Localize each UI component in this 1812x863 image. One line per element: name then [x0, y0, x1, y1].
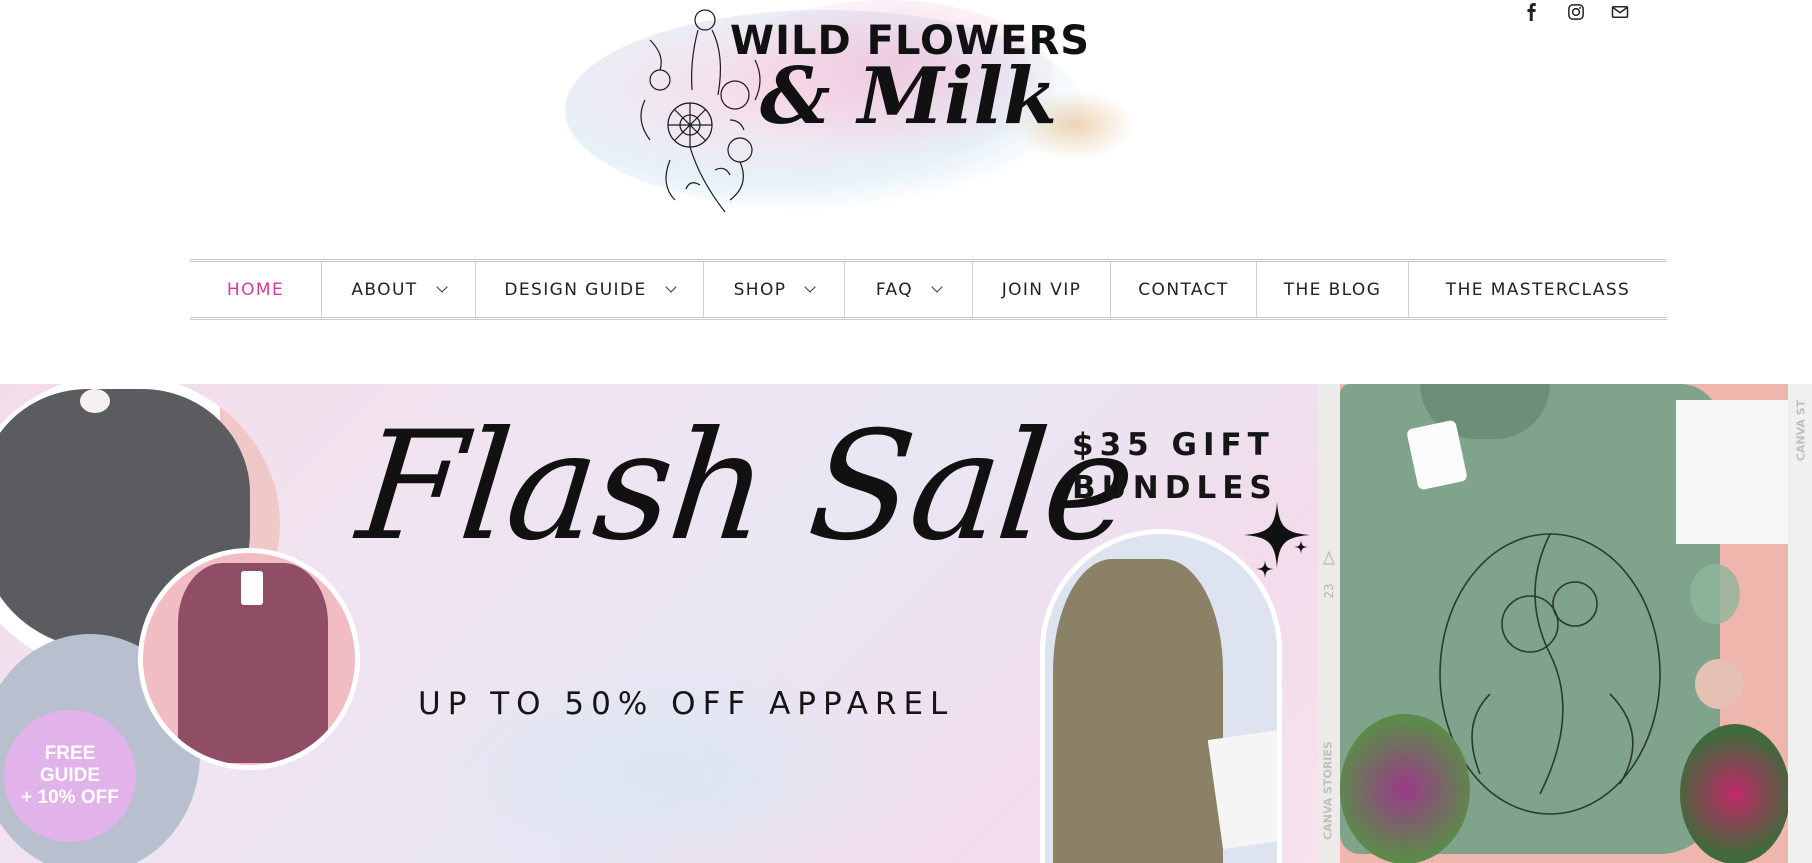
nav-item-shop[interactable]: SHOP [704, 262, 845, 317]
hero-banner[interactable]: FREE GUIDE + 10% OFF Flash Sale UP TO 50… [0, 384, 1812, 863]
hero-headline: Flash Sale [350, 400, 1141, 574]
nav-item-design-guide[interactable]: DESIGN GUIDE [476, 262, 704, 317]
canva-stories-strip: 23 CANVA STORIES [1318, 384, 1340, 863]
strip-number: 23 [1322, 583, 1336, 599]
nav-item-faq[interactable]: FAQ [845, 262, 973, 317]
product-photo-tan-shirt [1040, 529, 1282, 863]
nav-item-label: DESIGN GUIDE [504, 279, 647, 300]
chevron-down-icon [664, 281, 677, 293]
chevron-down-icon [931, 281, 943, 293]
edge-text: CANVA ST [1794, 399, 1808, 462]
right-edge-strip: CANVA ST [1788, 384, 1812, 863]
nav-item-label: SHOP [733, 279, 787, 300]
nav-item-the-blog[interactable]: THE BLOG [1257, 262, 1409, 317]
free-guide-badge[interactable]: FREE GUIDE + 10% OFF [4, 710, 136, 842]
hero-subline: UP TO 50% OFF APPAREL [418, 686, 955, 722]
badge-line: + 10% OFF [21, 787, 119, 808]
facebook-icon[interactable] [1520, 0, 1544, 24]
product-photo-green-shirt [1340, 384, 1788, 863]
logo-text-milk: & Milk [760, 51, 1058, 142]
nav-item-label: CONTACT [1138, 279, 1229, 300]
sparkle-icon [1244, 502, 1310, 568]
nav-item-label: ABOUT [351, 279, 418, 300]
gift-line-1: $35 GIFT [1072, 427, 1275, 463]
nav-item-contact[interactable]: CONTACT [1111, 262, 1257, 317]
main-navigation: HOME ABOUT DESIGN GUIDE SHOP FAQ JOIN VI… [190, 259, 1667, 320]
sticker-image [1695, 659, 1743, 709]
instagram-icon[interactable] [1564, 0, 1588, 24]
badge-line: FREE [44, 743, 96, 764]
nav-item-label: HOME [226, 279, 285, 300]
strip-text: CANVA STORIES [1321, 741, 1335, 840]
nav-item-home[interactable]: HOME [190, 262, 322, 317]
nav-item-the-masterclass[interactable]: THE MASTERCLASS [1409, 262, 1667, 317]
badge-line: GUIDE [39, 765, 101, 786]
shirt-tag [80, 389, 110, 413]
sparkle-icon [1256, 560, 1274, 578]
nav-item-label: THE MASTERCLASS [1445, 279, 1631, 300]
chevron-down-icon [435, 281, 448, 293]
social-links [1520, 0, 1632, 24]
sparkle-icon [1294, 540, 1308, 554]
nav-item-label: JOIN VIP [1001, 279, 1082, 300]
sticker-image [1690, 564, 1740, 624]
nav-item-join-vip[interactable]: JOIN VIP [973, 262, 1111, 317]
site-logo[interactable]: WILD FLOWERS & Milk [555, 0, 1155, 220]
nav-item-label: FAQ [875, 279, 914, 300]
shirt-tag [241, 571, 263, 605]
gift-bundles-text: $35 GIFT BUNDLES [1072, 424, 1278, 510]
tulips-image [1340, 714, 1470, 863]
shirt-image [1053, 559, 1223, 863]
product-photo-mauve-tank [138, 548, 360, 770]
nav-item-label: THE BLOG [1283, 279, 1382, 300]
carnations-image [1680, 724, 1788, 863]
chevron-down-icon [804, 281, 817, 293]
email-icon[interactable] [1608, 0, 1632, 24]
nav-item-about[interactable]: ABOUT [322, 262, 476, 317]
